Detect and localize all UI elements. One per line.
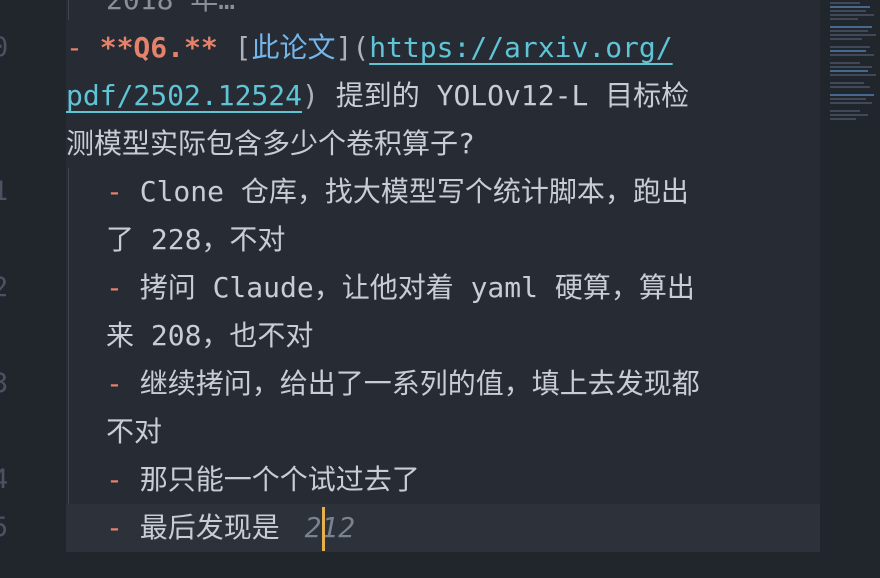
minimap-line	[830, 14, 874, 16]
indent-guide	[68, 168, 69, 552]
text-cursor	[322, 507, 325, 551]
minimap-line	[830, 2, 860, 4]
list-item: - 继续拷问，给出了一系列的值，填上去发现都	[106, 360, 700, 408]
list-bullet: -	[106, 367, 140, 400]
minimap-line	[830, 54, 874, 56]
q6-bold-label: **Q6.**	[99, 31, 218, 64]
paper-url[interactable]: https://arxiv.org/	[369, 31, 672, 64]
list-item-wrap: 了 228，不对	[106, 223, 286, 256]
line-number: 2	[0, 272, 9, 303]
minimap-line	[830, 86, 870, 88]
list-item: - 拷问 Claude，让他对着 yaml 硬算，算出	[106, 264, 695, 312]
q6-line-wrap-2: 测模型实际包含多少个卷积算子?	[66, 120, 475, 168]
q6-line-wrap-1: pdf/2502.12524) 提到的 YOLOv12-L 目标检	[66, 72, 689, 120]
list-bullet: -	[106, 175, 140, 208]
q6-question-text-continued: 测模型实际包含多少个卷积算子?	[66, 127, 475, 160]
minimap-line	[830, 94, 874, 96]
minimap-line	[830, 70, 868, 72]
list-item-text: 拷问 Claude，让他对着 yaml 硬算，算出	[139, 271, 695, 304]
list-item-current: - 最后发现是 212	[106, 504, 355, 552]
minimap-line	[830, 30, 868, 32]
line-number: 0	[0, 32, 9, 63]
minimap-line	[830, 66, 872, 68]
list-bullet: -	[106, 463, 140, 496]
minimap-line	[830, 98, 866, 100]
minimap[interactable]	[820, 0, 880, 578]
minimap-line	[830, 50, 866, 52]
ghost-completion-suggestion[interactable]: 212	[305, 511, 356, 544]
line-number-gutter: 0 1 2 3 4 5	[0, 0, 66, 578]
list-bullet: -	[66, 31, 100, 64]
minimap-line	[830, 118, 856, 120]
list-item-text: 继续拷问，给出了一系列的值，填上去发现都	[139, 367, 700, 400]
list-item: - 那只能一个个试过去了	[106, 456, 420, 504]
list-item-wrap: 来 208，也不对	[106, 319, 314, 352]
minimap-line	[830, 10, 866, 12]
line-number: 3	[0, 368, 9, 399]
indent-guide	[68, 0, 69, 20]
previous-line-fragment: 2018 年…	[106, 0, 235, 24]
minimap-line	[830, 74, 876, 76]
link-mid: ](	[335, 31, 370, 64]
list-item-text: Clone 仓库，找大模型写个统计脚本，跑出	[139, 175, 689, 208]
minimap-line	[830, 114, 868, 116]
paper-url-continued[interactable]: pdf/2502.12524	[66, 79, 302, 112]
list-item-text: 那只能一个个试过去了	[139, 463, 420, 496]
list-bullet: -	[106, 271, 140, 304]
minimap-line	[830, 82, 864, 84]
minimap-line	[830, 38, 862, 40]
list-item-text: 最后发现是	[139, 511, 297, 544]
q6-question-text: 提到的 YOLOv12-L 目标检	[318, 79, 690, 112]
minimap-line	[830, 62, 860, 64]
minimap-line	[830, 34, 876, 36]
minimap-line	[830, 18, 858, 20]
link-open-bracket: [	[217, 31, 252, 64]
link-close-paren: )	[302, 79, 319, 112]
line-number: 5	[0, 512, 9, 543]
list-item: - Clone 仓库，找大模型写个统计脚本，跑出	[106, 168, 689, 216]
line-number: 1	[0, 176, 9, 207]
minimap-line	[830, 110, 860, 112]
minimap-line	[830, 26, 872, 28]
list-bullet: -	[106, 511, 140, 544]
line-number: 4	[0, 464, 9, 495]
paper-link-text[interactable]: 此论文	[251, 31, 335, 64]
list-item-wrap: 不对	[106, 415, 163, 448]
q6-line: - **Q6.** [此论文](https://arxiv.org/	[66, 24, 673, 72]
minimap-line	[830, 102, 872, 104]
minimap-line	[830, 46, 870, 48]
minimap-line	[830, 6, 870, 8]
